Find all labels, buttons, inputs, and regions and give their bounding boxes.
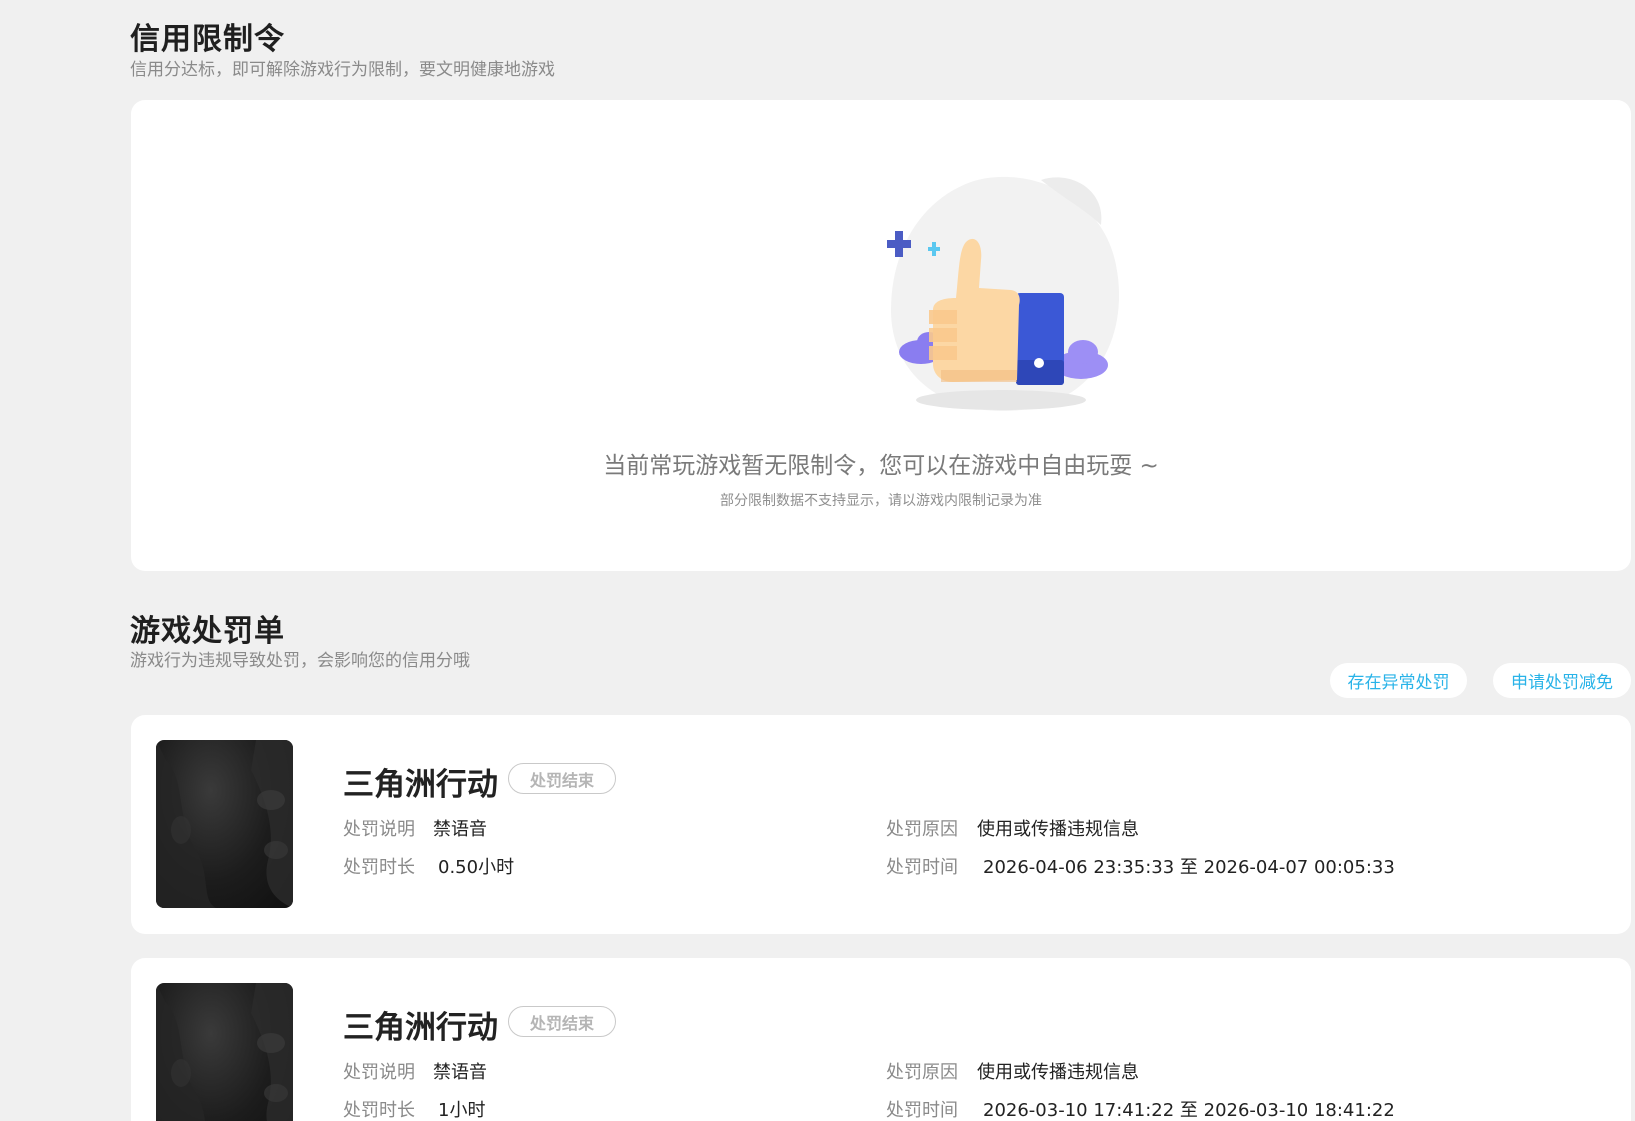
status-badge: 处罚结束 — [508, 763, 616, 794]
penalty-reason-label: 处罚原因 — [886, 1062, 958, 1083]
penalty-desc-label: 处罚说明 — [343, 1062, 415, 1083]
game-name: 三角洲行动 — [343, 767, 498, 803]
penalty-time-value: 2026-03-10 17:41:22 至 2026-03-10 18:41:2… — [983, 1100, 1395, 1121]
empty-state-note: 部分限制数据不支持显示，请以游戏内限制记录为准 — [720, 493, 1042, 509]
penalty-section-subtitle: 游戏行为违规导致处罚，会影响您的信用分哦 — [130, 651, 470, 671]
game-cover-image — [156, 983, 293, 1121]
page: 信用限制令 信用分达标，即可解除游戏行为限制，要文明健康地游戏 当前常玩游戏暂无 — [0, 0, 1635, 1121]
penalty-time-value: 2026-04-06 23:35:33 至 2026-04-07 00:05:3… — [983, 857, 1395, 878]
penalty-card[interactable]: 三角洲行动 处罚结束 处罚说明 禁语音 处罚时长 1小时 处罚原因 使用或传播违… — [131, 958, 1631, 1121]
penalty-desc-value: 禁语音 — [433, 819, 487, 840]
penalty-duration-label: 处罚时长 — [343, 857, 415, 878]
penalty-reason-value: 使用或传播违规信息 — [977, 1062, 1139, 1083]
status-badge: 处罚结束 — [508, 1006, 616, 1037]
penalty-reason-label: 处罚原因 — [886, 819, 958, 840]
restriction-card: 当前常玩游戏暂无限制令，您可以在游戏中自由玩耍 ~ 部分限制数据不支持显示，请以… — [131, 100, 1631, 571]
penalty-duration-value: 1小时 — [438, 1100, 486, 1121]
game-cover-image — [156, 740, 293, 908]
restriction-section-subtitle: 信用分达标，即可解除游戏行为限制，要文明健康地游戏 — [130, 60, 555, 80]
empty-state-title: 当前常玩游戏暂无限制令，您可以在游戏中自由玩耍 ~ — [603, 453, 1159, 479]
penalty-section-title: 游戏处罚单 — [130, 614, 285, 649]
penalty-card[interactable]: 三角洲行动 处罚结束 处罚说明 禁语音 处罚时长 0.50小时 处罚原因 使用或… — [131, 715, 1631, 934]
penalty-time-label: 处罚时间 — [886, 857, 958, 878]
penalty-desc-value: 禁语音 — [433, 1062, 487, 1083]
penalty-time-label: 处罚时间 — [886, 1100, 958, 1121]
thumbs-up-illustration — [887, 176, 1120, 412]
game-name: 三角洲行动 — [343, 1010, 498, 1046]
abnormal-penalty-button[interactable]: 存在异常处罚 — [1330, 663, 1467, 698]
penalty-duration-label: 处罚时长 — [343, 1100, 415, 1121]
penalty-duration-value: 0.50小时 — [438, 857, 515, 878]
apply-reduction-button[interactable]: 申请处罚减免 — [1493, 663, 1631, 698]
restriction-section-title: 信用限制令 — [130, 22, 285, 57]
penalty-reason-value: 使用或传播违规信息 — [977, 819, 1139, 840]
penalty-desc-label: 处罚说明 — [343, 819, 415, 840]
